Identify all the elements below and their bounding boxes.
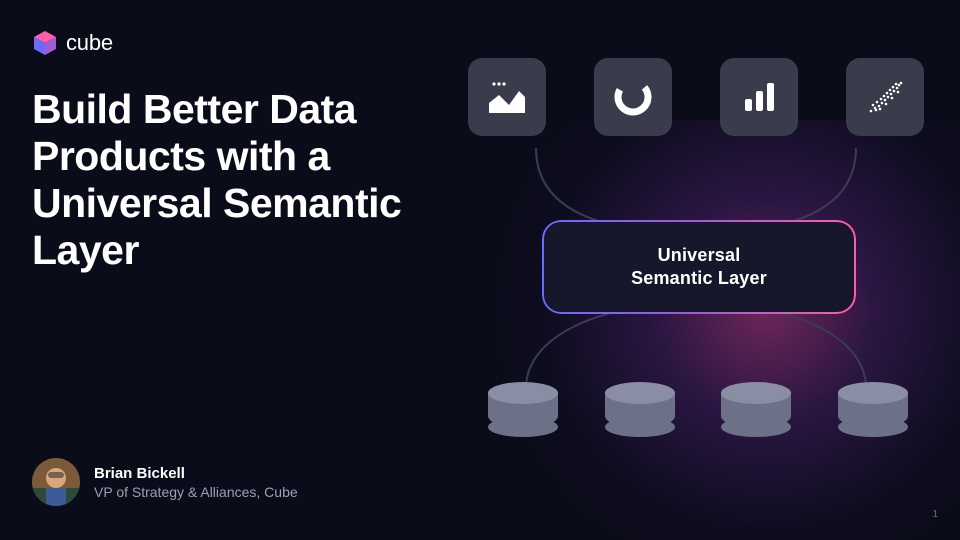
area-chart-tile xyxy=(468,58,546,136)
bar-chart-icon xyxy=(735,73,783,121)
speaker-avatar xyxy=(32,458,80,506)
scatter-chart-tile xyxy=(846,58,924,136)
slide-title: Build Better Data Products with a Univer… xyxy=(32,86,452,275)
donut-chart-tile xyxy=(594,58,672,136)
chart-tiles-row xyxy=(466,58,926,136)
database-row xyxy=(488,382,908,437)
speaker-text: Brian Bickell VP of Strategy & Alliances… xyxy=(94,465,298,500)
donut-chart-icon xyxy=(609,73,657,121)
brand-name: cube xyxy=(66,30,113,56)
bar-chart-tile xyxy=(720,58,798,136)
area-chart-icon xyxy=(483,73,531,121)
database-icon xyxy=(605,382,675,437)
database-icon xyxy=(838,382,908,437)
speaker-name: Brian Bickell xyxy=(94,465,298,482)
page-number: 1 xyxy=(932,509,938,520)
usl-label-line2: Semantic Layer xyxy=(631,267,767,290)
scatter-chart-icon xyxy=(861,73,909,121)
database-icon xyxy=(488,382,558,437)
brand-logo: cube xyxy=(32,30,113,56)
database-icon xyxy=(721,382,791,437)
universal-semantic-layer-box: Universal Semantic Layer xyxy=(544,222,854,312)
speaker-role: VP of Strategy & Alliances, Cube xyxy=(94,484,298,500)
speaker-block: Brian Bickell VP of Strategy & Alliances… xyxy=(32,458,298,506)
cube-logo-icon xyxy=(32,30,58,56)
semantic-layer-diagram: Universal Semantic Layer xyxy=(466,58,926,478)
usl-label-line1: Universal xyxy=(658,244,741,267)
